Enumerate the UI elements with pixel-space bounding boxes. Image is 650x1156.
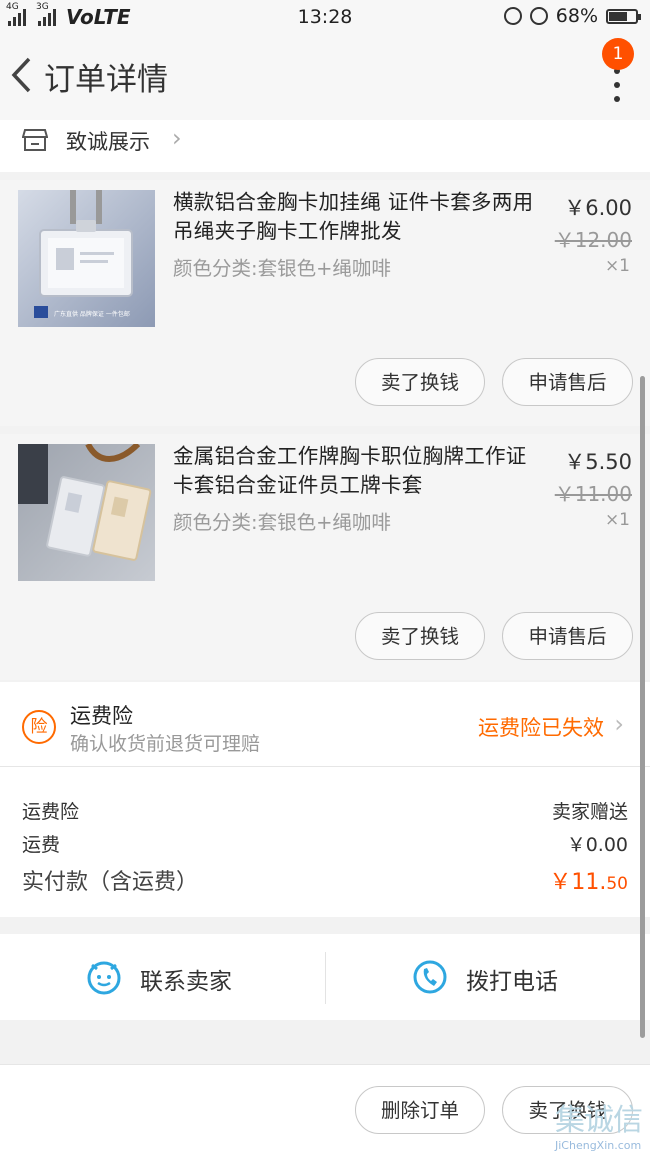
- battery-level: [609, 11, 627, 21]
- after-sale-button[interactable]: 申请售后: [502, 612, 633, 660]
- product-thumbnail[interactable]: [18, 444, 155, 581]
- sell-button[interactable]: 卖了换钱: [355, 358, 485, 406]
- summary-insurance-value: 卖家赠送: [551, 801, 628, 823]
- insurance-status: 运费险已失效: [478, 716, 604, 740]
- summary-shipping-label: 运费: [22, 834, 61, 856]
- page-title: 订单详情: [44, 62, 168, 98]
- original-price: ￥12.00: [554, 228, 632, 252]
- product-image: 广东直供 品牌保证 一件包邮: [18, 190, 155, 327]
- chevron-right-icon: ›: [614, 710, 624, 738]
- product-sku: 颜色分类:套银色+绳咖啡: [173, 257, 391, 280]
- contact-seller-label: 联系卖家: [140, 969, 232, 995]
- rotation-lock-icon: [503, 7, 522, 25]
- store-icon: [22, 129, 48, 151]
- product-sku: 颜色分类:套银色+绳咖啡: [173, 511, 391, 534]
- insurance-subtitle: 确认收货前退货可理赔: [70, 733, 261, 755]
- total-label: 实付款（含运费）: [22, 870, 199, 895]
- more-menu-icon[interactable]: [614, 68, 620, 110]
- product-image: [18, 444, 155, 581]
- summary-insurance-row: 运费险 卖家赠送: [22, 797, 628, 824]
- watermark-en: JiChengXin.com: [555, 1139, 642, 1152]
- after-sale-button[interactable]: 申请售后: [502, 358, 633, 406]
- watermark: 集诚信 JiChengXin.com: [555, 1095, 643, 1152]
- call-label: 拨打电话: [466, 969, 558, 995]
- back-button[interactable]: [10, 56, 32, 94]
- product-price: ￥5.50: [564, 450, 632, 474]
- notification-badge[interactable]: 1: [602, 38, 634, 70]
- product-price: ￥6.00: [564, 196, 632, 220]
- shipping-insurance-row[interactable]: 险 运费险 确认收货前退货可理赔 运费险已失效 ›: [0, 682, 650, 767]
- product-title[interactable]: 横款铝合金胸卡加挂绳 证件卡套多两用吊绳夹子胸卡工作牌批发: [173, 188, 535, 246]
- alarm-icon: [529, 7, 548, 25]
- sell-button[interactable]: 卖了换钱: [355, 612, 485, 660]
- total-amount-cents: 50: [606, 874, 628, 894]
- summary-insurance-label: 运费险: [22, 801, 80, 823]
- status-bar: 4G 3G VoLTE 13:28 68%: [0, 0, 650, 34]
- original-price: ￥11.00: [554, 482, 632, 506]
- chat-face-icon: [87, 961, 121, 995]
- contact-seller-button[interactable]: 联系卖家: [0, 934, 325, 1020]
- insurance-title: 运费险: [70, 704, 133, 728]
- summary-total-row: 实付款（含运费） ￥11.50: [22, 864, 628, 896]
- scrollbar[interactable]: [640, 376, 645, 1038]
- chevron-right-icon: ›: [172, 124, 182, 152]
- contact-bar: 联系卖家 拨打电话: [0, 934, 650, 1020]
- product-title[interactable]: 金属铝合金工作牌胸卡职位胸牌工作证卡套铝合金证件员工牌卡套: [173, 442, 535, 500]
- battery-icon: [606, 8, 641, 24]
- summary-shipping-value: ￥0.00: [566, 834, 628, 856]
- shop-row[interactable]: 致诚展示 ›: [0, 120, 650, 172]
- total-amount: ￥11.50: [549, 864, 628, 896]
- order-item[interactable]: 广东直供 品牌保证 一件包邮 横款铝合金胸卡加挂绳 证件卡套多两用吊绳夹子胸卡工…: [0, 180, 650, 426]
- call-button[interactable]: 拨打电话: [326, 934, 650, 1020]
- order-item[interactable]: 金属铝合金工作牌胸卡职位胸牌工作证卡套铝合金证件员工牌卡套 颜色分类:套银色+绳…: [0, 434, 650, 680]
- price-summary: 运费险 卖家赠送 运费 ￥0.00 实付款（含运费） ￥11.50: [0, 767, 650, 917]
- bottom-action-bar: 删除订单 卖了换钱 集诚信 JiChengXin.com: [0, 1064, 650, 1156]
- phone-icon: [413, 960, 447, 994]
- thumb-caption: 广东直供 品牌保证 一件包邮: [54, 310, 130, 318]
- watermark-cn: 集诚信: [555, 1103, 643, 1138]
- nav-bar: 订单详情 1: [0, 34, 650, 120]
- shop-name: 致诚展示: [66, 130, 150, 154]
- total-amount-main: ￥11.: [549, 870, 607, 895]
- insurance-icon: 险: [22, 710, 56, 744]
- summary-shipping-row: 运费 ￥0.00: [22, 830, 628, 857]
- battery-percent: 68%: [555, 5, 598, 27]
- product-thumbnail[interactable]: 广东直供 品牌保证 一件包邮: [18, 190, 155, 327]
- product-quantity: ×1: [604, 256, 630, 276]
- product-quantity: ×1: [604, 510, 630, 530]
- status-right: 68%: [503, 5, 641, 27]
- chevron-left-icon: [11, 57, 31, 93]
- delete-order-button[interactable]: 删除订单: [355, 1086, 485, 1134]
